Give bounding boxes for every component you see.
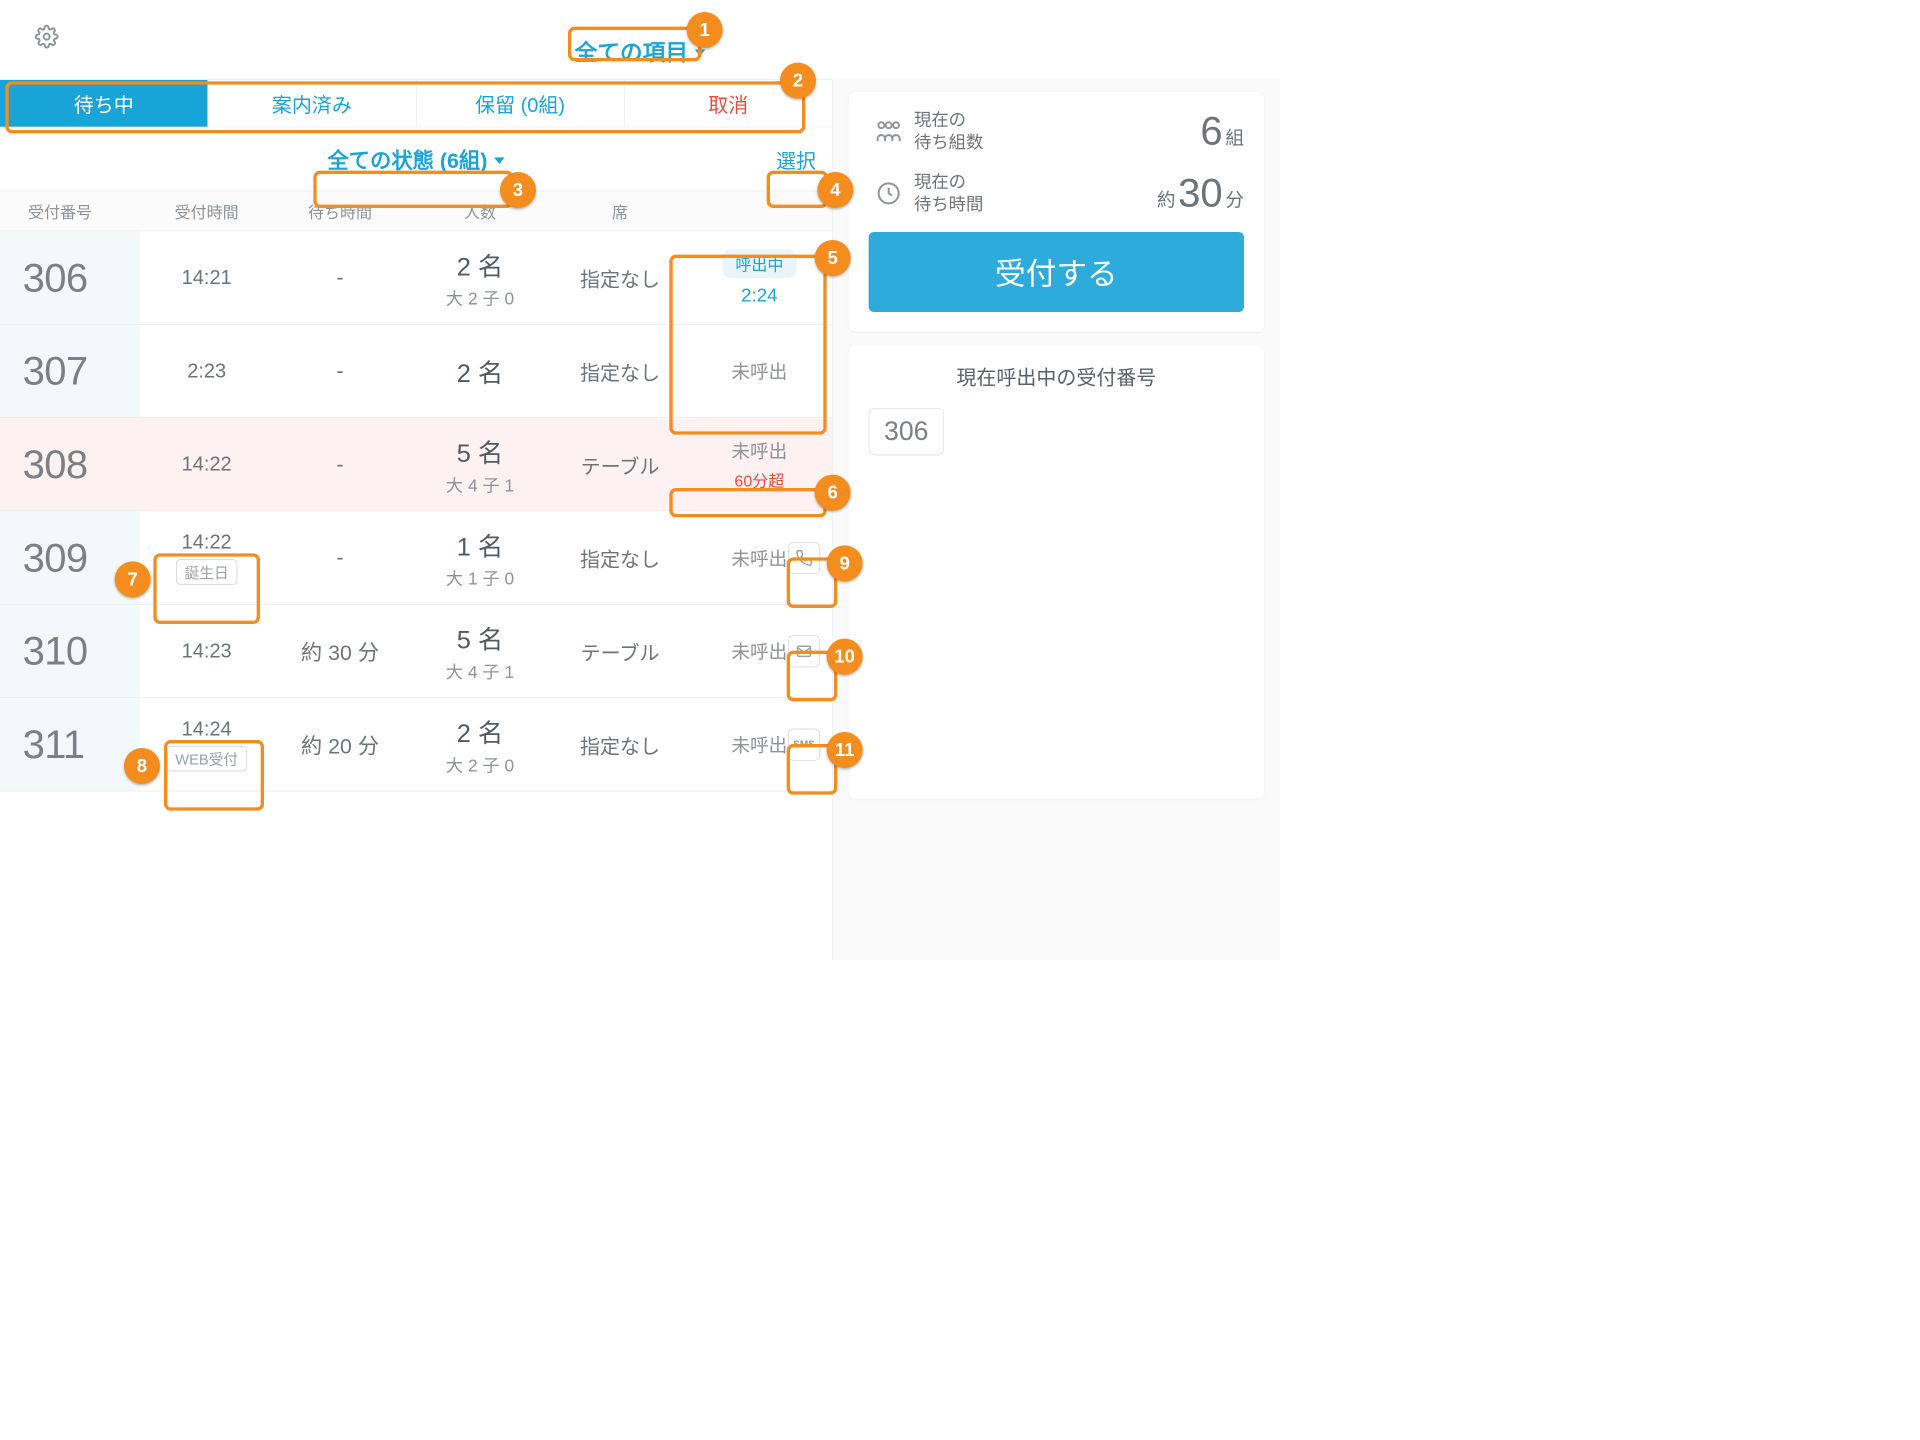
- tab-held[interactable]: 保留 (0組): [416, 80, 624, 127]
- party-size: 5 名大 4 子 1: [407, 619, 554, 683]
- call-status: 未呼出60分超: [687, 437, 832, 491]
- mail-icon[interactable]: [788, 635, 820, 667]
- sms-icon[interactable]: SMS: [788, 728, 820, 760]
- state-filter-dropdown[interactable]: 全ての状態 (6組): [327, 144, 504, 175]
- calling-panel: 現在呼出中の受付番号 306: [849, 345, 1264, 798]
- chevron-down-icon: [494, 157, 505, 164]
- status-tabs: 待ち中 案内済み 保留 (0組) 取消: [0, 79, 832, 127]
- checkin-time: 2:23: [140, 360, 273, 383]
- seat-type: 指定なし: [553, 356, 686, 385]
- party-size: 2 名: [407, 353, 554, 390]
- table-row[interactable]: 31114:24WEB受付約 20 分2 名大 2 子 0指定なし未呼出SMS: [0, 698, 832, 791]
- col-seat: 席: [553, 199, 686, 222]
- calling-badge: 呼出中: [722, 249, 797, 278]
- checkin-time: 14:22: [140, 453, 273, 476]
- party-size: 2 名大 2 子 0: [407, 246, 554, 310]
- calling-number-chip: 306: [869, 408, 944, 455]
- callout-5: 5: [815, 240, 851, 276]
- table-row[interactable]: 30614:21-2 名大 2 子 0指定なし呼出中2:24: [0, 231, 832, 324]
- party-size: 5 名大 4 子 1: [407, 432, 554, 496]
- wait-time: -: [273, 359, 406, 384]
- call-status: 呼出中2:24: [687, 249, 832, 306]
- col-time: 受付時間: [140, 199, 273, 222]
- party-size: 2 名大 2 子 0: [407, 712, 554, 776]
- state-filter-label: 全ての状態 (6組): [327, 144, 487, 175]
- callout-6: 6: [815, 475, 851, 511]
- seat-type: テーブル: [553, 450, 686, 479]
- summary-panel: 現在の待ち組数 6組 現在の待ち時間 約30分 受付する: [849, 92, 1264, 332]
- wait-time: 約 20 分: [273, 729, 406, 760]
- seat-type: テーブル: [553, 636, 686, 665]
- table-row[interactable]: 30814:22-5 名大 4 子 1テーブル未呼出60分超: [0, 418, 832, 511]
- call-status: 未呼出: [687, 358, 832, 385]
- view-filter-dropdown[interactable]: 全ての項目: [575, 35, 706, 68]
- seat-type: 指定なし: [553, 263, 686, 292]
- checkin-time: 14:24WEB受付: [140, 718, 273, 771]
- seat-type: 指定なし: [553, 543, 686, 572]
- ticket-number: 306: [0, 231, 140, 324]
- callout-8: 8: [124, 748, 160, 784]
- col-number: 受付番号: [0, 199, 140, 222]
- callout-3: 3: [500, 172, 536, 208]
- seat-type: 指定なし: [553, 730, 686, 759]
- view-filter-label: 全ての項目: [575, 35, 688, 68]
- call-status: 未呼出: [687, 638, 832, 665]
- over-time-badge: 60分超: [687, 468, 832, 491]
- callout-11: 11: [827, 732, 863, 768]
- col-party: 人数: [407, 199, 554, 222]
- tab-seated[interactable]: 案内済み: [208, 80, 416, 127]
- chevron-down-icon: [695, 49, 706, 56]
- wait-time: -: [273, 452, 406, 477]
- callout-10: 10: [827, 639, 863, 675]
- callout-2: 2: [780, 63, 816, 99]
- waiting-count: 6: [1200, 108, 1222, 154]
- group-icon: [869, 116, 909, 145]
- tag-badge: WEB受付: [167, 746, 247, 771]
- call-status: 未呼出SMS: [687, 731, 832, 758]
- callout-7: 7: [115, 561, 151, 597]
- calling-title: 現在呼出中の受付番号: [869, 361, 1244, 390]
- callout-4: 4: [817, 172, 853, 208]
- ticket-number: 311: [0, 698, 140, 791]
- call-status: 未呼出: [687, 544, 832, 571]
- ticket-number: 308: [0, 418, 140, 511]
- checkin-time: 14:23: [140, 640, 273, 663]
- wait-time: -: [273, 545, 406, 570]
- wait-time: -: [273, 265, 406, 290]
- col-wait: 待ち時間: [273, 199, 406, 222]
- callout-1: 1: [687, 12, 723, 48]
- tag-badge: 誕生日: [176, 559, 237, 584]
- phone-icon[interactable]: [788, 542, 820, 574]
- checkin-time: 14:22誕生日: [140, 531, 273, 584]
- table-row[interactable]: 3072:23-2 名指定なし未呼出: [0, 325, 832, 418]
- callout-9: 9: [827, 545, 863, 581]
- clock-icon: [869, 180, 909, 207]
- wait-time: 30: [1178, 170, 1223, 216]
- checkin-time: 14:21: [140, 266, 273, 289]
- column-header: 受付番号 受付時間 待ち時間 人数 席: [0, 191, 832, 231]
- register-button[interactable]: 受付する: [869, 232, 1244, 312]
- settings-icon[interactable]: [33, 23, 60, 50]
- select-button[interactable]: 選択: [767, 142, 826, 177]
- party-size: 1 名大 1 子 0: [407, 526, 554, 590]
- wait-time: 約 30 分: [273, 636, 406, 667]
- ticket-number: 310: [0, 605, 140, 698]
- ticket-number: 307: [0, 325, 140, 418]
- table-row[interactable]: 31014:23約 30 分5 名大 4 子 1テーブル未呼出: [0, 605, 832, 698]
- tab-waiting[interactable]: 待ち中: [0, 80, 208, 127]
